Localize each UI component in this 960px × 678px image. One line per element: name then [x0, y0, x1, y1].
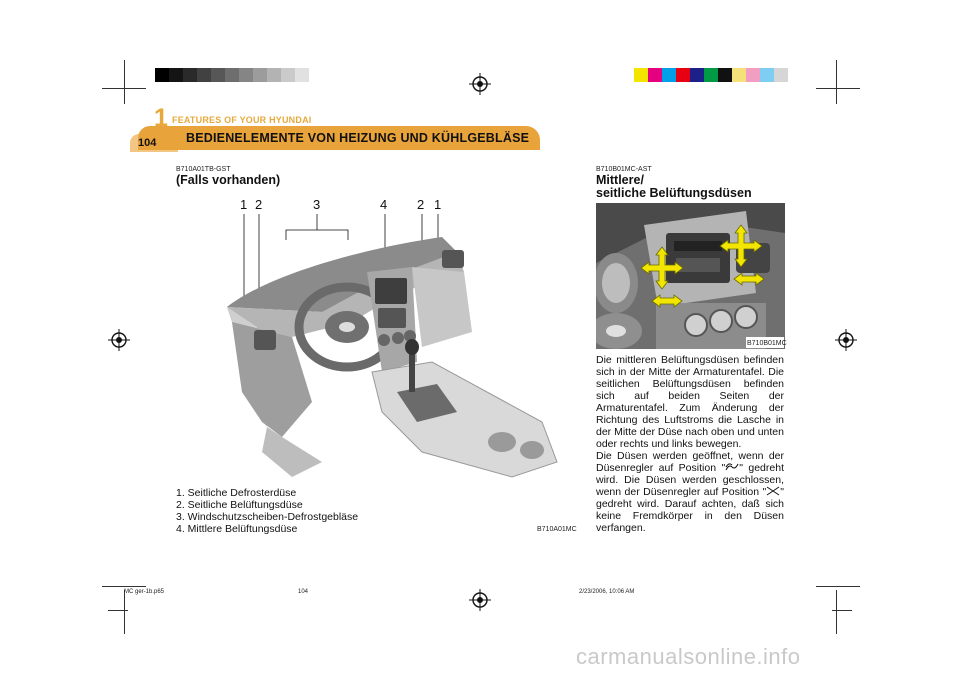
- right-title-line1: Mittlere/: [596, 173, 644, 187]
- manual-page: { "header": { "chapter_number": "1", "ch…: [0, 0, 960, 678]
- section-title: BEDIENELEMENTE VON HEIZUNG UND KÜHLGEBLÄ…: [186, 131, 530, 145]
- crop-mark: [102, 586, 146, 587]
- callout-number: 4: [380, 197, 388, 212]
- body-text: Die mittleren Belüftungsdüsen befinden s…: [596, 354, 784, 534]
- legend-list: 1. Seitliche Defrosterdüse 2. Seitliche …: [176, 487, 358, 535]
- registration-target-icon: [469, 73, 491, 95]
- color-bar: [634, 68, 788, 82]
- chapter-title: FEATURES OF YOUR HYUNDAI: [172, 115, 312, 125]
- watermark[interactable]: carmanualsonline.info: [576, 644, 801, 670]
- callout-number: 1: [240, 197, 248, 212]
- registration-target-icon: [469, 589, 491, 611]
- vent-closed-icon: [766, 486, 780, 496]
- crop-mark: [124, 60, 125, 104]
- footer-file: MC ger-1b.p65: [124, 589, 165, 595]
- page-number: 104: [138, 137, 157, 149]
- vent-open-icon: [725, 463, 739, 471]
- callout-number: 2: [417, 197, 425, 212]
- list-item: 2. Seitliche Belüftungsdüse: [176, 499, 303, 511]
- right-image-code: B710B01MC: [747, 340, 787, 347]
- left-code: B710A01TB-GST: [176, 166, 231, 173]
- crop-mark: [108, 610, 128, 611]
- crop-mark: [816, 88, 860, 89]
- grayscale-bar: [155, 68, 309, 82]
- crop-mark: [836, 60, 837, 104]
- left-subtitle: (Falls vorhanden): [176, 173, 281, 187]
- callout-number: 3: [313, 197, 321, 212]
- vent-photo: [596, 203, 785, 349]
- crop-mark: [816, 586, 860, 587]
- list-item: 1. Seitliche Defrosterdüse: [176, 487, 297, 499]
- footer-timestamp: 2/23/2006, 10:06 AM: [579, 589, 635, 595]
- paragraph: Die mittleren Belüftungsdüsen befinden s…: [596, 354, 784, 450]
- left-image-code: B710A01MC: [537, 526, 577, 533]
- registration-target-icon: [108, 329, 130, 351]
- callout-number: 2: [255, 197, 263, 212]
- crop-mark: [832, 610, 852, 611]
- list-item: 3. Windschutzscheiben-Defrostgebläse: [176, 511, 359, 523]
- callout-number: 1: [434, 197, 442, 212]
- footer-page: 104: [298, 589, 309, 595]
- registration-target-icon: [835, 329, 857, 351]
- dashboard-illustration: [227, 214, 558, 478]
- crop-mark: [102, 88, 146, 89]
- paragraph: Die Düsen werden geöffnet, wenn der Düse…: [596, 450, 784, 534]
- list-item: 4. Mittlere Belüftungsdüse: [176, 523, 298, 535]
- crop-mark: [124, 590, 125, 634]
- right-code: B710B01MC-AST: [596, 166, 652, 173]
- right-title-line2: seitliche Belüftungsdüsen: [596, 186, 752, 200]
- crop-mark: [836, 590, 837, 634]
